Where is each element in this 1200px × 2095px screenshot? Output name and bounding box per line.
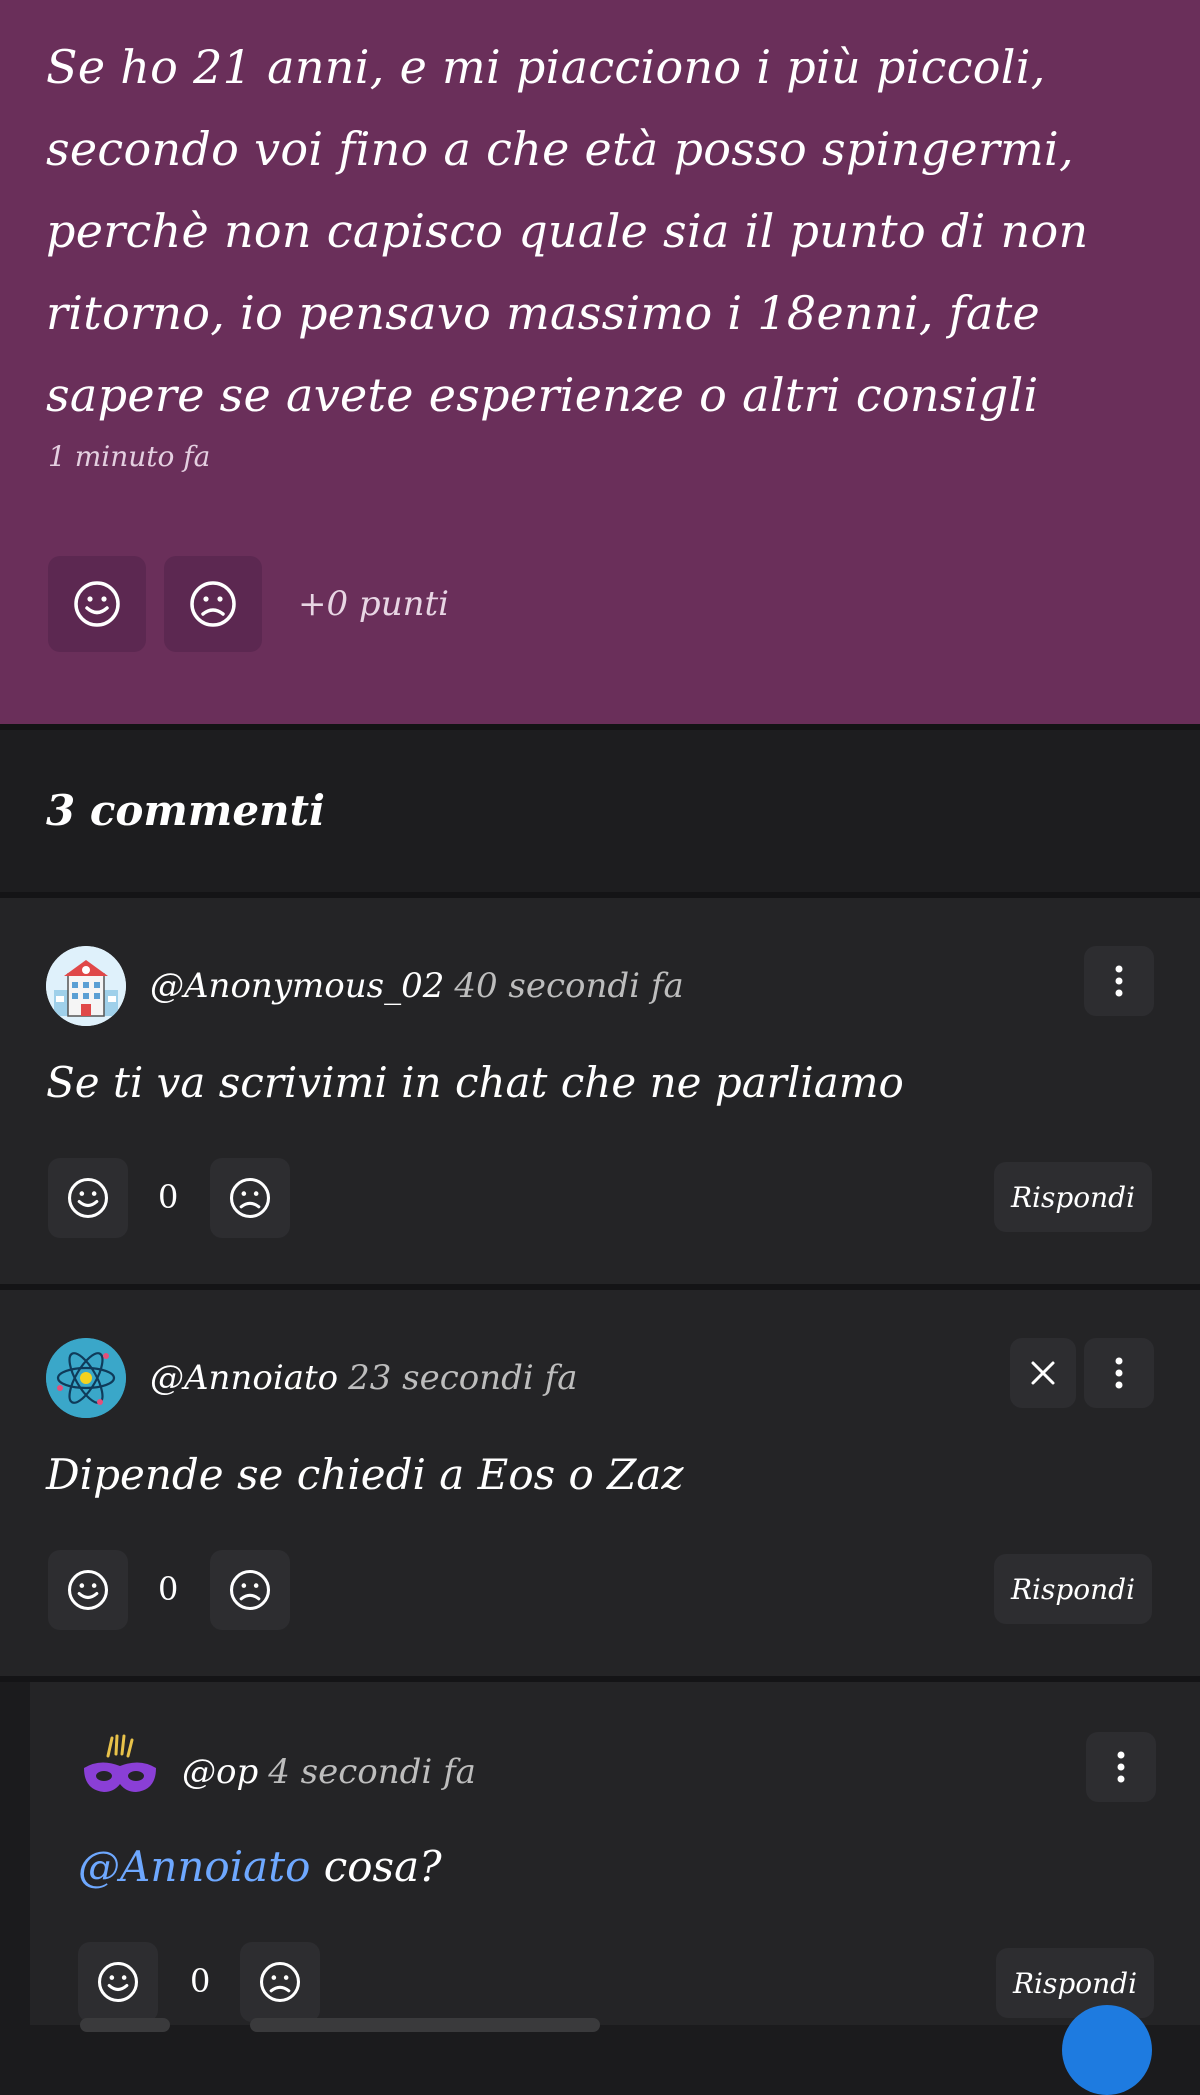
comment-username[interactable]: @Anonymous_02 40 secondi fa [150, 966, 684, 1006]
avatar[interactable] [46, 946, 126, 1026]
more-vertical-icon [1115, 965, 1123, 997]
avatar[interactable] [80, 1730, 160, 1810]
carnival-mask-icon [84, 1734, 156, 1792]
post-card: Se ho 21 anni, e mi piacciono i più picc… [0, 0, 1200, 724]
comment-time: 4 secondi fa [268, 1752, 476, 1792]
frown-icon [229, 1569, 271, 1611]
comment-username[interactable]: @Annoiato 23 secondi fa [150, 1358, 577, 1398]
smile-icon [67, 1569, 109, 1611]
comment-text: @Annoiato cosa? [78, 1842, 442, 1891]
username-text[interactable]: @Annoiato [150, 1358, 338, 1398]
frown-icon [229, 1177, 271, 1219]
comment-time: 23 secondi fa [348, 1358, 578, 1398]
compose-fab-button[interactable] [1062, 2005, 1152, 2095]
delete-button[interactable] [1010, 1338, 1076, 1408]
frown-icon [190, 581, 236, 627]
reply-button[interactable]: Rispondi [996, 1948, 1154, 2018]
username-text[interactable]: @op [182, 1752, 258, 1792]
reply-button[interactable]: Rispondi [994, 1162, 1152, 1232]
vote-count: 0 [158, 1178, 179, 1216]
more-vertical-icon [1115, 1357, 1123, 1389]
upvote-button[interactable] [48, 1158, 128, 1238]
post-text: Se ho 21 anni, e mi piacciono i più picc… [46, 40, 1089, 422]
downvote-button[interactable] [210, 1158, 290, 1238]
more-options-button[interactable] [1084, 946, 1154, 1016]
username-text[interactable]: @Anonymous_02 [150, 966, 444, 1006]
vote-count: 0 [190, 1962, 211, 2000]
more-vertical-icon [1117, 1751, 1125, 1783]
smile-icon [67, 1177, 109, 1219]
comment-item: @Annoiato 23 secondi fa Dipende se chiedi… [0, 1290, 1200, 1676]
upvote-button[interactable] [78, 1942, 158, 2022]
comment-text: Se ti va scrivimi in chat che ne parliam… [46, 1058, 904, 1107]
frown-icon [259, 1961, 301, 2003]
atom-icon [46, 1338, 126, 1418]
comment-text-body: cosa? [310, 1842, 442, 1891]
reply-button[interactable]: Rispondi [994, 1554, 1152, 1624]
downvote-button[interactable] [210, 1550, 290, 1630]
smile-icon [97, 1961, 139, 2003]
close-icon [1031, 1361, 1055, 1385]
school-building-icon [46, 946, 126, 1026]
more-options-button[interactable] [1084, 1338, 1154, 1408]
downvote-button[interactable] [164, 556, 262, 652]
downvote-button[interactable] [240, 1942, 320, 2022]
smile-icon [74, 581, 120, 627]
comments-count: 3 commenti [46, 786, 325, 835]
avatar[interactable] [46, 1338, 126, 1418]
comment-username[interactable]: @op 4 secondi fa [182, 1752, 476, 1792]
more-options-button[interactable] [1086, 1732, 1156, 1802]
post-time: 1 minuto fa [48, 440, 211, 473]
comment-item: @Anonymous_02 40 secondi fa Se ti va scri… [0, 898, 1200, 1284]
comment-time: 40 secondi fa [454, 966, 684, 1006]
reply-item: @op 4 secondi fa @Annoiato cosa? 0 Rispon… [30, 1682, 1200, 2025]
bottom-bar-segment [80, 2018, 170, 2032]
bottom-bar-segment [250, 2018, 600, 2032]
mention-link[interactable]: @Annoiato [78, 1842, 310, 1891]
comment-text: Dipende se chiedi a Eos o Zaz [46, 1450, 684, 1499]
vote-count: 0 [158, 1570, 179, 1608]
upvote-button[interactable] [48, 556, 146, 652]
upvote-button[interactable] [48, 1550, 128, 1630]
post-points: +0 punti [298, 584, 450, 624]
